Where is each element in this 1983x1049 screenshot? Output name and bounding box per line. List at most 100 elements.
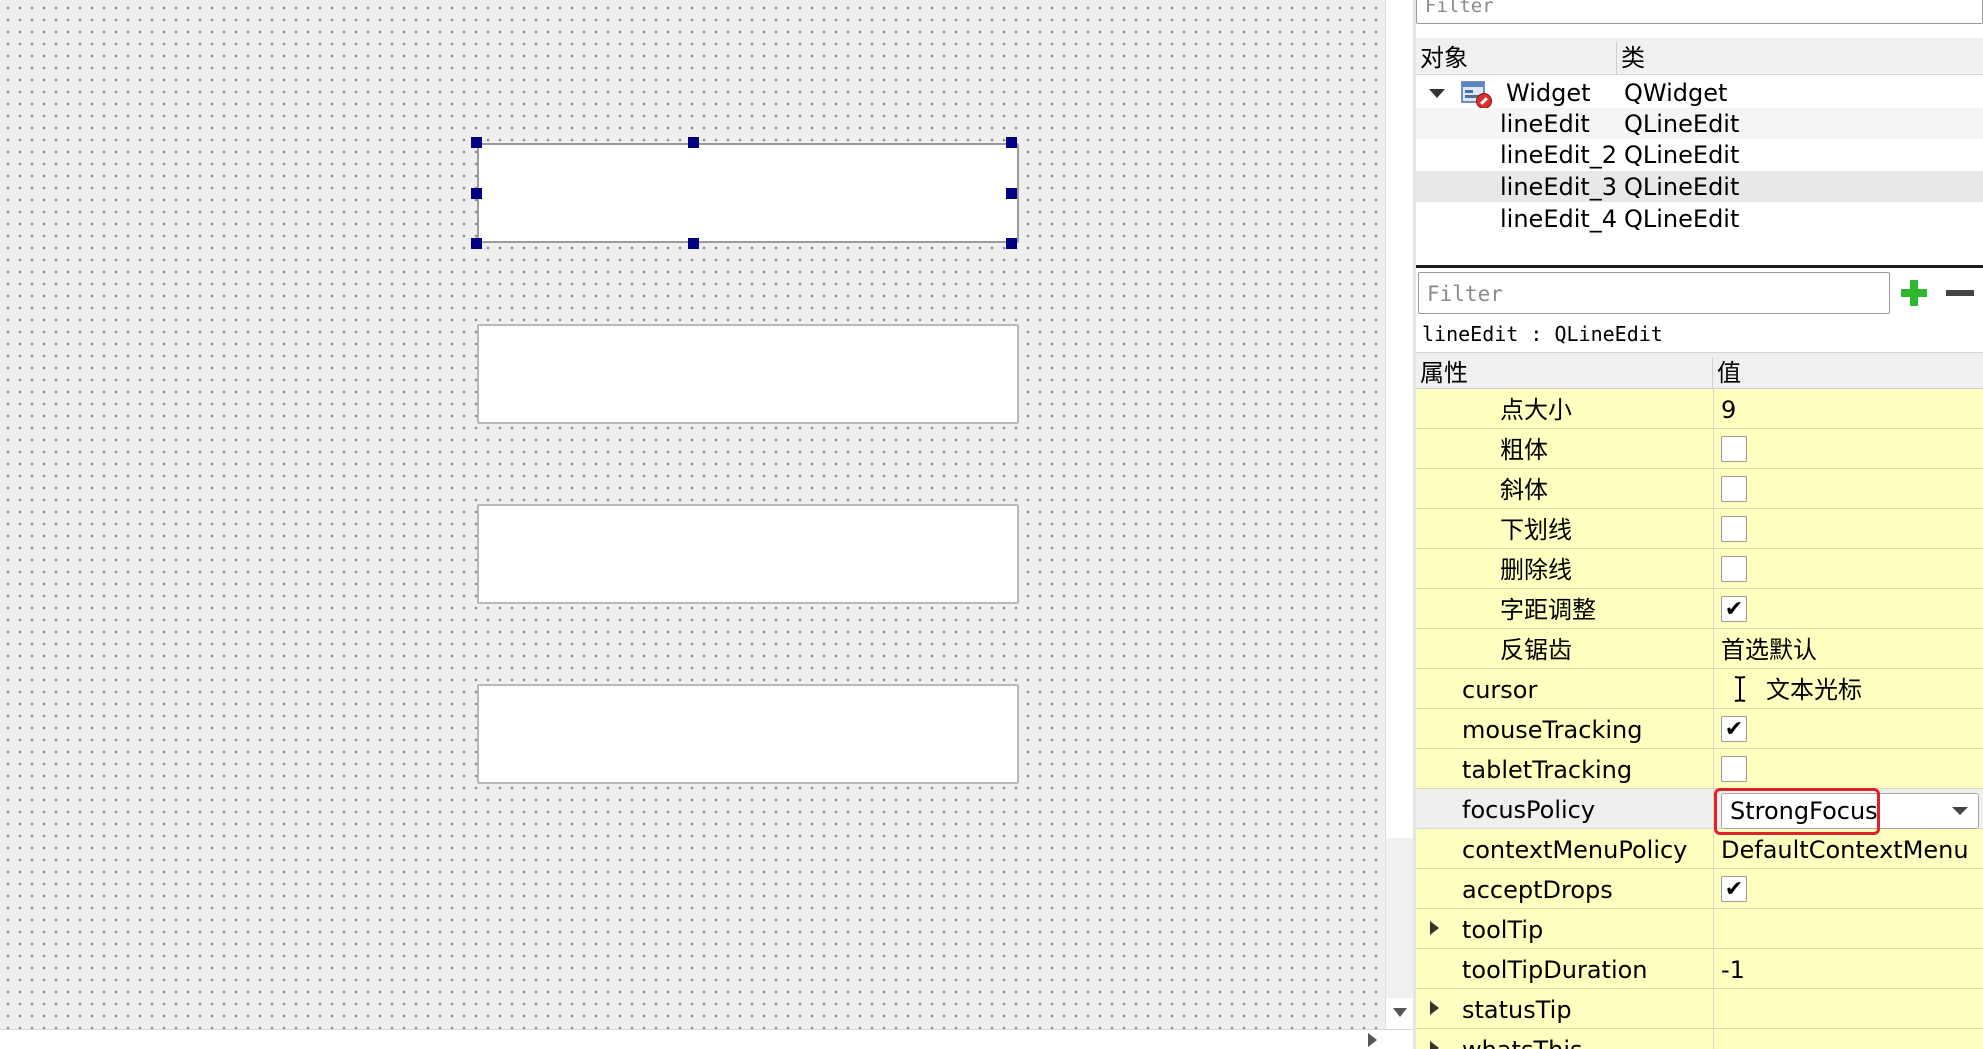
object-tree-row-lineedit[interactable]: lineEdit QLineEdit	[1416, 108, 1983, 139]
property-value[interactable]: 首选默认	[1721, 629, 1817, 668]
object-tree: Widget QWidget lineEdit QLineEdit lineEd…	[1416, 75, 1983, 265]
object-class: QLineEdit	[1624, 173, 1740, 201]
object-class: QLineEdit	[1624, 110, 1740, 138]
property-row-tooltipduration[interactable]: toolTipDuration -1	[1416, 949, 1983, 989]
property-name: acceptDrops	[1462, 876, 1613, 904]
checkbox-strikeout[interactable]	[1721, 556, 1747, 582]
property-name: 反锯齿	[1500, 636, 1572, 664]
object-tree-row-lineedit-3[interactable]: lineEdit_3 QLineEdit	[1416, 171, 1983, 202]
property-row-kerning[interactable]: 字距调整 ✔	[1416, 589, 1983, 629]
column-header-class[interactable]: 类	[1617, 38, 1645, 75]
property-name: toolTip	[1462, 916, 1544, 944]
property-value[interactable]: 文本光标	[1766, 669, 1862, 708]
property-name: 删除线	[1500, 556, 1572, 584]
resize-handle-bottom-right[interactable]	[1006, 238, 1017, 249]
expand-arrow-icon[interactable]	[1430, 921, 1439, 935]
object-name: Widget	[1506, 79, 1591, 107]
object-tree-row-widget[interactable]: Widget QWidget	[1416, 77, 1983, 109]
property-row-acceptdrops[interactable]: acceptDrops ✔	[1416, 869, 1983, 909]
checkbox-mousetracking[interactable]: ✔	[1721, 716, 1747, 742]
property-name: 字距调整	[1500, 596, 1596, 624]
widget-icon	[1461, 81, 1492, 109]
property-name: 粗体	[1500, 436, 1548, 464]
object-name: lineEdit_4	[1500, 205, 1618, 233]
chevron-down-icon[interactable]	[1952, 807, 1968, 815]
resize-handle-bottom[interactable]	[688, 238, 699, 249]
expand-arrow-icon[interactable]	[1430, 1001, 1439, 1015]
property-row-mousetracking[interactable]: mouseTracking ✔	[1416, 709, 1983, 749]
line-edit-4[interactable]	[477, 684, 1019, 784]
line-edit-3[interactable]	[477, 504, 1019, 604]
property-name: tabletTracking	[1462, 756, 1633, 784]
resize-handle-right[interactable]	[1006, 188, 1017, 199]
column-header-property[interactable]: 属性	[1416, 353, 1468, 390]
resize-handle-top-left[interactable]	[471, 137, 482, 148]
property-filter-input[interactable]: Filter	[1418, 272, 1890, 314]
minus-icon	[1946, 290, 1974, 296]
scroll-down-arrow-icon[interactable]	[1393, 1008, 1407, 1017]
property-row-focuspolicy[interactable]: focusPolicy StrongFocus	[1416, 789, 1983, 829]
checkbox-kerning[interactable]: ✔	[1721, 596, 1747, 622]
property-name: toolTipDuration	[1462, 956, 1648, 984]
column-header-object[interactable]: 对象	[1416, 38, 1468, 75]
object-filter-input[interactable]: Filter	[1416, 0, 1983, 24]
checkbox-underline[interactable]	[1721, 516, 1747, 542]
property-name: whatsThis	[1462, 1029, 1583, 1049]
object-class: QLineEdit	[1624, 141, 1740, 169]
column-header-value[interactable]: 值	[1713, 353, 1741, 390]
property-row-tooltip[interactable]: toolTip	[1416, 909, 1983, 949]
object-inspector-header: 对象 类	[1416, 38, 1983, 75]
checkbox-bold[interactable]	[1721, 436, 1747, 462]
ibeam-cursor-icon	[1734, 676, 1746, 702]
property-row-bold[interactable]: 粗体	[1416, 429, 1983, 469]
scrollbar-track[interactable]	[1386, 838, 1414, 998]
object-tree-row-lineedit-2[interactable]: lineEdit_2 QLineEdit	[1416, 139, 1983, 170]
property-row-italic[interactable]: 斜体	[1416, 469, 1983, 509]
property-row-tablettracking[interactable]: tabletTracking	[1416, 749, 1983, 789]
property-value[interactable]: 9	[1721, 389, 1736, 428]
object-name: lineEdit_3	[1500, 173, 1618, 201]
property-name: mouseTracking	[1462, 716, 1643, 744]
resize-handle-bottom-left[interactable]	[471, 238, 482, 249]
canvas-vertical-scrollbar[interactable]	[1385, 0, 1414, 1029]
object-class: QLineEdit	[1624, 205, 1740, 233]
property-name: 点大小	[1500, 396, 1572, 424]
property-row-statustip[interactable]: statusTip	[1416, 989, 1983, 1029]
property-name: 斜体	[1500, 476, 1548, 504]
remove-property-button[interactable]	[1940, 274, 1980, 312]
property-row-contextmenupolicy[interactable]: contextMenuPolicy DefaultContextMenu	[1416, 829, 1983, 869]
checkbox-italic[interactable]	[1721, 476, 1747, 502]
panel-divider	[1416, 265, 1983, 268]
add-property-button[interactable]	[1893, 274, 1935, 312]
object-class: QWidget	[1624, 79, 1728, 107]
line-edit-2[interactable]	[477, 324, 1019, 424]
form-canvas[interactable]	[0, 0, 1385, 1029]
resize-handle-top[interactable]	[688, 137, 699, 148]
checkbox-tablettracking[interactable]	[1721, 756, 1747, 782]
object-tree-row-lineedit-4[interactable]: lineEdit_4 QLineEdit	[1416, 203, 1983, 234]
scrollbar-thumb[interactable]	[1388, 0, 1412, 838]
object-name: lineEdit	[1500, 110, 1590, 138]
resize-handle-left[interactable]	[471, 188, 482, 199]
property-row-point-size[interactable]: 点大小 9	[1416, 389, 1983, 429]
property-row-underline[interactable]: 下划线	[1416, 509, 1983, 549]
focuspolicy-highlight-box	[1714, 788, 1880, 835]
checkbox-acceptdrops[interactable]: ✔	[1721, 876, 1747, 902]
scroll-right-arrow-icon[interactable]	[1368, 1033, 1377, 1047]
expand-arrow-icon[interactable]	[1430, 1041, 1439, 1049]
line-edit-1[interactable]	[471, 137, 1019, 249]
property-value[interactable]: -1	[1721, 949, 1745, 988]
property-table-header: 属性 值	[1416, 352, 1983, 389]
current-object-label: lineEdit : QLineEdit	[1422, 322, 1663, 346]
canvas-horizontal-scrollbar[interactable]	[0, 1029, 1413, 1049]
property-table: 点大小 9 粗体 斜体 下划线 删除线 字距调整 ✔ 反锯齿 首选默认 curs…	[1416, 389, 1983, 1049]
property-name: 下划线	[1500, 516, 1572, 544]
property-row-strikeout[interactable]: 删除线	[1416, 549, 1983, 589]
property-name: contextMenuPolicy	[1462, 836, 1688, 864]
resize-handle-top-right[interactable]	[1006, 137, 1017, 148]
property-row-cursor[interactable]: cursor 文本光标	[1416, 669, 1983, 709]
property-row-whatsthis[interactable]: whatsThis	[1416, 1029, 1983, 1049]
property-row-antialiasing[interactable]: 反锯齿 首选默认	[1416, 629, 1983, 669]
collapse-arrow-icon[interactable]	[1429, 89, 1445, 98]
property-name: cursor	[1462, 676, 1538, 704]
